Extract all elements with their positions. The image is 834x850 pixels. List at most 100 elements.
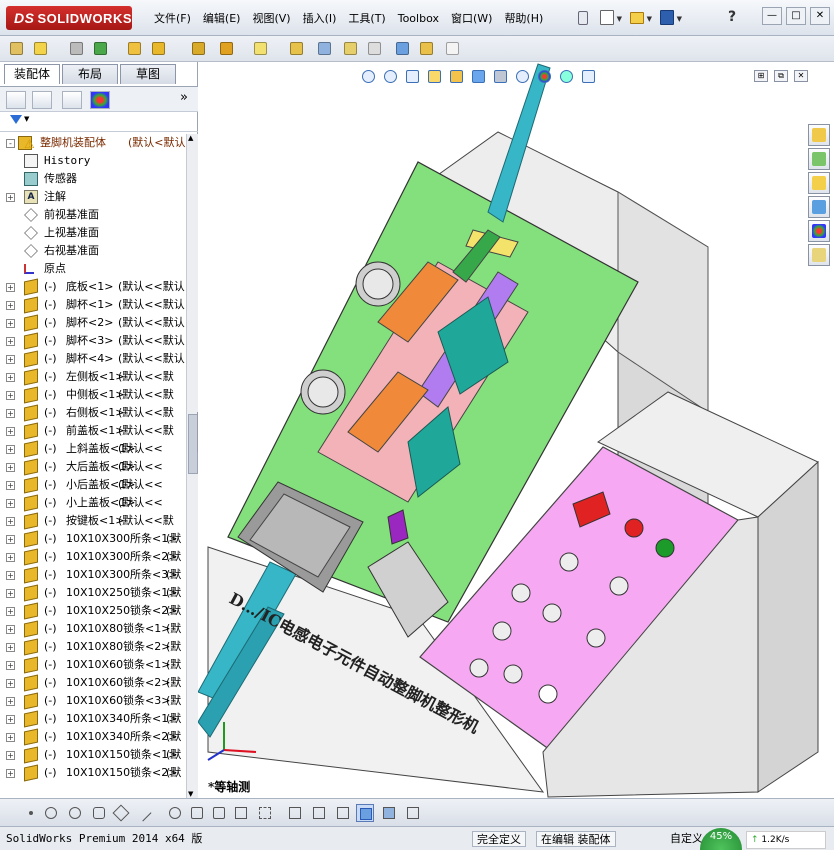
expand-toggle[interactable]: + <box>6 571 15 580</box>
expand-toggle[interactable]: + <box>6 733 15 742</box>
expand-toggle[interactable]: + <box>6 463 15 472</box>
tree-item[interactable]: + (-) 10X10X340所条<1> (默 <box>0 710 186 728</box>
clearance-verification-icon[interactable] <box>418 40 436 58</box>
wireframe-view-icon[interactable] <box>404 804 422 822</box>
pin-icon[interactable] <box>578 11 588 25</box>
section-view-icon[interactable] <box>426 68 444 86</box>
scroll-up-icon[interactable]: ▲ <box>188 134 193 142</box>
tree-item[interactable]: + (-) 10X10X300所条<1> (默 <box>0 530 186 548</box>
display-style-icon[interactable] <box>492 68 510 86</box>
more-tabs-icon[interactable]: » <box>180 90 188 105</box>
tree-item[interactable]: + (-) 脚杯<2> (默认<<默认 <box>0 314 186 332</box>
center-point-icon[interactable] <box>66 804 84 822</box>
offset-icon[interactable] <box>210 804 228 822</box>
expand-toggle[interactable]: + <box>6 319 15 328</box>
sketch-plane-icon[interactable] <box>334 804 352 822</box>
tree-item[interactable]: + (-) 小上盖板<1> (默认<< <box>0 494 186 512</box>
tree-item[interactable]: + (-) 前盖板<1> (默认<<默 <box>0 422 186 440</box>
expand-toggle[interactable]: + <box>6 373 15 382</box>
zoom-to-area-icon[interactable] <box>382 68 400 86</box>
tree-root-assembly[interactable]: - ⚠ 整脚机装配体 (默认<默认 <box>0 134 186 152</box>
menu-window[interactable]: 窗口(W) <box>445 10 498 28</box>
mirror-icon[interactable] <box>232 804 250 822</box>
solidworks-resources-icon[interactable] <box>808 124 830 146</box>
property-manager-icon[interactable] <box>32 91 52 109</box>
tree-item[interactable]: + (-) 大后盖板<1> (默认<< <box>0 458 186 476</box>
expand-toggle[interactable]: + <box>6 409 15 418</box>
expand-toggle[interactable]: + <box>6 283 15 292</box>
feature-tree-icon[interactable] <box>6 91 26 109</box>
tree-item[interactable]: + (-) 10X10X340所条<2> (默 <box>0 728 186 746</box>
tree-item[interactable]: + (-) 中侧板<1> (默认<<默 <box>0 386 186 404</box>
open-button[interactable]: ▼ <box>628 8 652 28</box>
view-palette-icon[interactable] <box>808 196 830 218</box>
expand-toggle[interactable]: + <box>6 715 15 724</box>
exploded-view-icon[interactable] <box>342 40 360 58</box>
polygon-icon[interactable] <box>90 804 108 822</box>
expand-toggle[interactable]: + <box>6 391 15 400</box>
doc-restore-button[interactable]: ⊞ <box>754 70 768 82</box>
menu-edit[interactable]: 编辑(E) <box>197 10 247 28</box>
trim-icon[interactable] <box>166 804 184 822</box>
tab-layout[interactable]: 布局 <box>62 64 118 84</box>
smart-fasteners-icon[interactable] <box>126 40 144 58</box>
dimension-icon[interactable] <box>286 804 304 822</box>
hole-alignment-icon[interactable] <box>444 40 462 58</box>
tree-item[interactable]: + (-) 上斜盖板<1> (默认<< <box>0 440 186 458</box>
menu-file[interactable]: 文件(F) <box>148 10 197 28</box>
menu-toolbox[interactable]: Toolbox <box>392 10 445 28</box>
design-library-icon[interactable] <box>808 148 830 170</box>
linear-pattern-icon[interactable] <box>92 40 110 58</box>
tree-item[interactable]: History <box>0 152 186 170</box>
tab-assembly[interactable]: 装配体 <box>4 64 60 84</box>
chevron-down-icon[interactable]: ▼ <box>677 15 682 23</box>
tree-item[interactable]: + (-) 左侧板<1> (默认<<默 <box>0 368 186 386</box>
tree-item[interactable]: 前视基准面 <box>0 206 186 224</box>
assembly-icon[interactable] <box>8 40 26 58</box>
tree-item[interactable]: + (-) 按键板<1> (默认<<默 <box>0 512 186 530</box>
expand-toggle[interactable]: + <box>6 481 15 490</box>
tree-item[interactable]: + (-) 底板<1> (默认<<默认 <box>0 278 186 296</box>
explode-line-sketch-icon[interactable] <box>366 40 384 58</box>
expand-toggle[interactable]: + <box>6 355 15 364</box>
circle-icon[interactable] <box>42 804 60 822</box>
relations-icon[interactable] <box>256 804 274 822</box>
isometric-view-icon[interactable] <box>356 804 374 822</box>
expand-toggle[interactable]: + <box>6 697 15 706</box>
expand-toggle[interactable]: + <box>6 535 15 544</box>
zoom-to-fit-icon[interactable] <box>360 68 378 86</box>
menu-help[interactable]: 帮助(H) <box>498 10 549 28</box>
graphics-area[interactable]: D…/IC电感电子元件自动整脚机整形机 ⊞ ⧉ ✕ *等轴测 <box>198 62 834 798</box>
filter-icon[interactable] <box>10 115 22 124</box>
assembly-features-icon[interactable] <box>218 40 236 58</box>
extend-icon[interactable] <box>188 804 206 822</box>
tree-item[interactable]: 传感器 <box>0 170 186 188</box>
assembly-model[interactable]: D…/IC电感电子元件自动整脚机整形机 <box>198 62 834 798</box>
scroll-down-icon[interactable]: ▼ <box>188 790 193 798</box>
grid-icon[interactable] <box>310 804 328 822</box>
tree-item[interactable]: + (-) 10X10X300所条<2> (默 <box>0 548 186 566</box>
tree-item[interactable]: + (-) 10X10X250锁条<2> (默 <box>0 602 186 620</box>
expand-toggle[interactable]: + <box>6 643 15 652</box>
expand-toggle[interactable]: + <box>6 769 15 778</box>
expand-toggle[interactable]: + <box>6 337 15 346</box>
tree-item[interactable]: + (-) 10X10X60锁条<1> (默 <box>0 656 186 674</box>
tree-item[interactable]: + (-) 脚杯<3> (默认<<默认 <box>0 332 186 350</box>
show-hidden-icon[interactable] <box>190 40 208 58</box>
tree-item[interactable]: + (-) 10X10X150锁条<2> (默 <box>0 764 186 782</box>
view-orientation-icon[interactable] <box>470 68 488 86</box>
expand-toggle[interactable]: + <box>6 625 15 634</box>
appearances-scenes-icon[interactable] <box>808 220 830 242</box>
expand-toggle[interactable]: + <box>6 499 15 508</box>
view-settings-icon[interactable] <box>580 68 598 86</box>
solidworks-logo[interactable]: DS SOLIDWORKS <box>6 6 132 30</box>
chevron-down-icon[interactable]: ▼ <box>617 15 622 23</box>
previous-view-icon[interactable] <box>404 68 422 86</box>
tree-item[interactable]: + (-) 10X10X300所条<3> (默 <box>0 566 186 584</box>
expand-toggle[interactable]: + <box>6 589 15 598</box>
menu-insert[interactable]: 插入(I) <box>297 10 343 28</box>
tree-item[interactable]: + (-) 10X10X60锁条<2> (默 <box>0 674 186 692</box>
custom-properties-icon[interactable] <box>808 244 830 266</box>
edit-appearance-icon[interactable] <box>536 68 554 86</box>
tree-item[interactable]: + (-) 10X10X80锁条<2> (默 <box>0 638 186 656</box>
